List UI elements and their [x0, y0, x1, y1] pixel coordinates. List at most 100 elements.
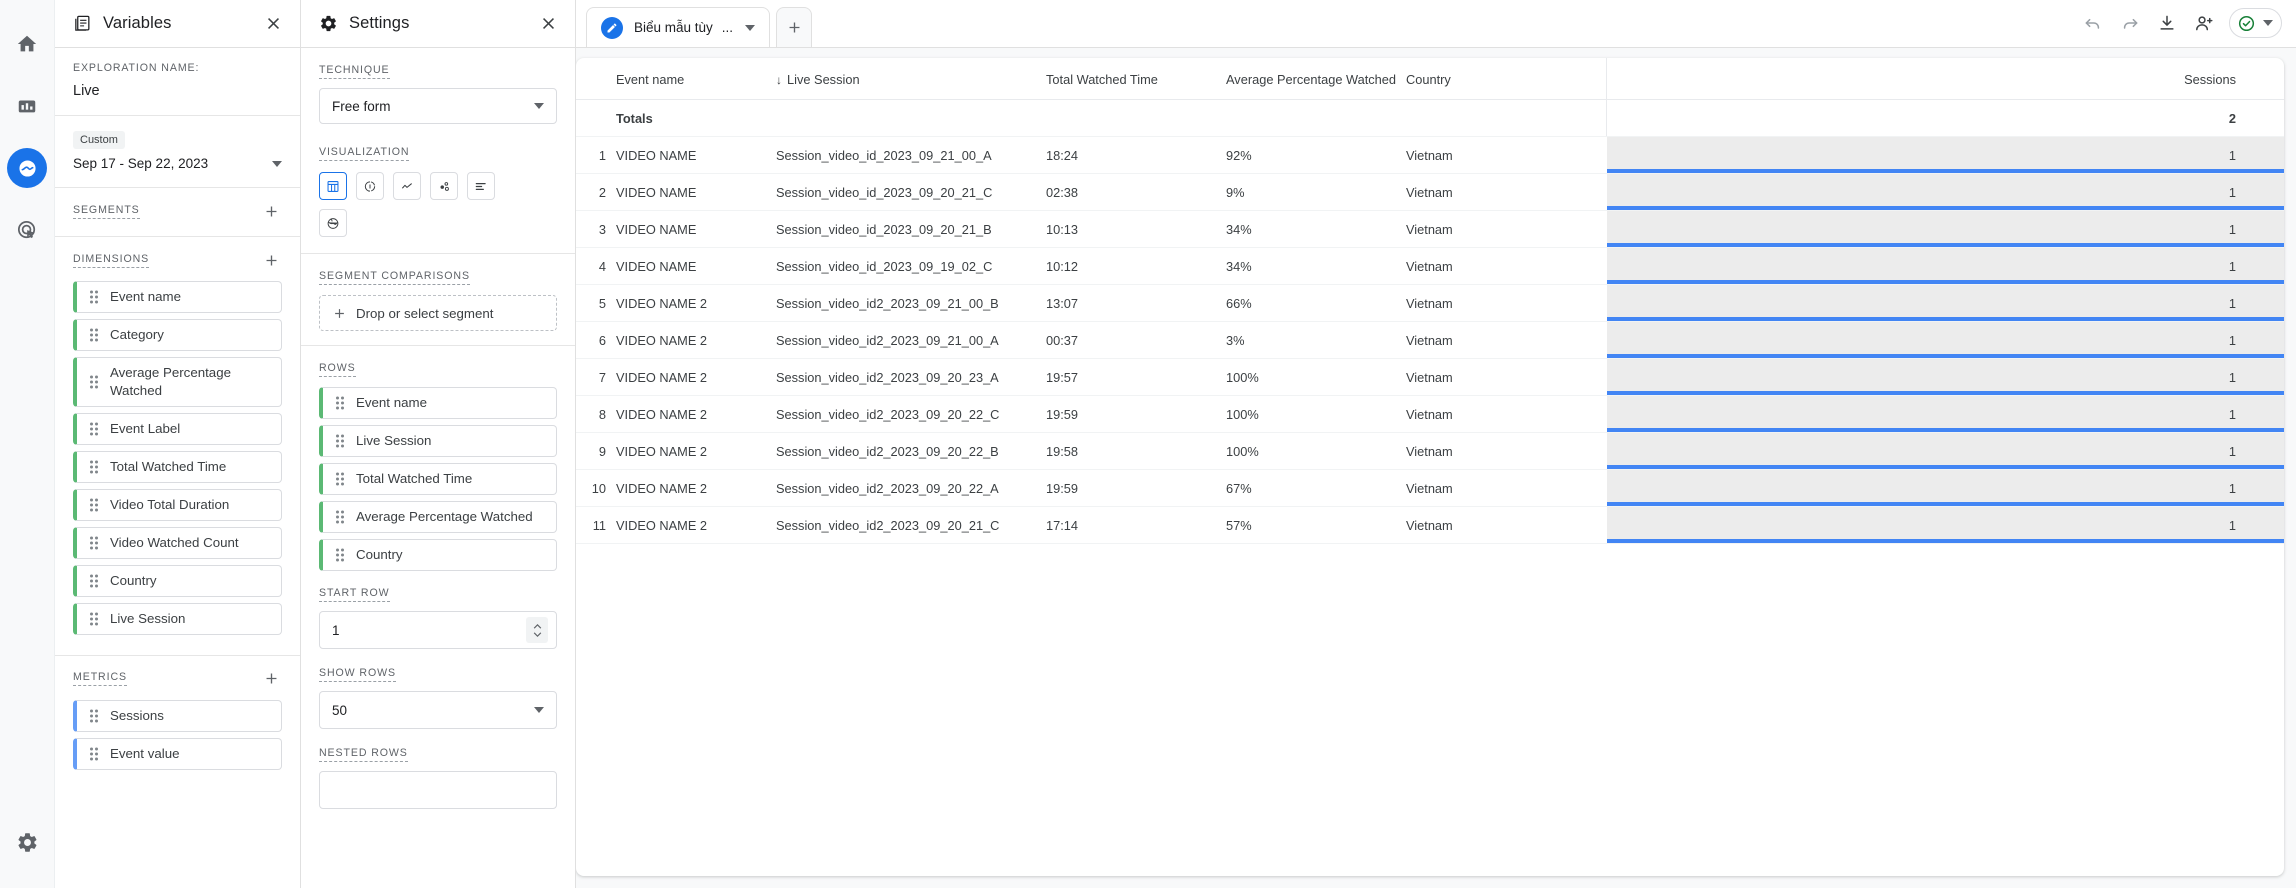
start-row-stepper[interactable]	[526, 617, 548, 643]
drag-handle-icon[interactable]	[334, 472, 346, 486]
cell-index: 3	[576, 210, 616, 248]
cell-country: Vietnam	[1406, 506, 1606, 544]
drag-handle-icon[interactable]	[334, 434, 346, 448]
add-segment-button[interactable]	[260, 200, 282, 222]
nested-rows-select[interactable]	[319, 771, 557, 809]
drag-handle-icon[interactable]	[88, 290, 100, 304]
add-metric-button[interactable]	[260, 668, 282, 690]
redo-icon[interactable]	[2114, 7, 2146, 39]
date-range-section[interactable]: Custom Sep 17 - Sep 22, 2023	[55, 116, 300, 188]
column-header-sessions[interactable]: Sessions	[1605, 58, 2284, 100]
drag-handle-icon[interactable]	[88, 460, 100, 474]
cell-total-watched-time: 19:59	[1046, 469, 1226, 507]
metric-pill-1[interactable]: Sessions	[73, 699, 282, 732]
explore-icon[interactable]	[7, 148, 47, 188]
column-header-event_name[interactable]: Event name	[616, 58, 776, 100]
dimension-pill-4[interactable]: Event Label	[73, 412, 282, 445]
technique-select[interactable]: Free form	[319, 88, 557, 124]
add-dimension-button[interactable]	[260, 249, 282, 271]
show-rows-select[interactable]: 50	[319, 691, 557, 729]
table-row[interactable]: 5 VIDEO NAME 2 Session_video_id2_2023_09_2…	[576, 284, 2284, 322]
row-pill-5[interactable]: Country	[319, 539, 557, 571]
table-row[interactable]: 8 VIDEO NAME 2 Session_video_id2_2023_09_2…	[576, 395, 2284, 433]
drag-handle-icon[interactable]	[334, 396, 346, 410]
share-add-user-icon[interactable]	[2188, 7, 2220, 39]
close-variables-icon[interactable]	[261, 11, 286, 36]
exploration-name-value[interactable]: Live	[73, 83, 282, 99]
ga4-exploration-app: Variables EXPLORATION NAME: Live Custom …	[0, 0, 2296, 888]
row-pill-label: Live Session	[356, 433, 432, 449]
column-header-country[interactable]: Country	[1406, 58, 1606, 100]
metric-pill-label: Sessions	[110, 707, 164, 723]
metric-pill-2[interactable]: Event value	[73, 737, 282, 770]
chevron-down-icon[interactable]	[272, 160, 282, 167]
dimension-pill-7[interactable]: Video Watched Count	[73, 526, 282, 559]
cell-sessions-value: 1	[2228, 332, 2236, 348]
dimension-pill-8[interactable]: Country	[73, 564, 282, 597]
cell-index: 2	[576, 173, 616, 211]
row-pill-1[interactable]: Event name	[319, 387, 557, 419]
drag-handle-icon[interactable]	[88, 574, 100, 588]
table-row[interactable]: 4 VIDEO NAME Session_video_id_2023_09_19_0…	[576, 247, 2284, 285]
row-pill-3[interactable]: Total Watched Time	[319, 463, 557, 495]
date-range-value: Sep 17 - Sep 22, 2023	[73, 156, 209, 171]
table-row[interactable]: 9 VIDEO NAME 2 Session_video_id2_2023_09_2…	[576, 432, 2284, 470]
drag-handle-icon[interactable]	[88, 709, 100, 723]
cell-sessions-value: 1	[2228, 221, 2236, 237]
cell-index: 9	[576, 432, 616, 470]
drag-handle-icon[interactable]	[88, 498, 100, 512]
undo-icon[interactable]	[2077, 7, 2109, 39]
save-status-pill[interactable]	[2229, 8, 2282, 38]
dimension-pill-label: Live Session	[110, 610, 186, 626]
start-row-input[interactable]: 1	[319, 611, 557, 649]
reports-icon[interactable]	[7, 86, 47, 126]
table-row[interactable]: 11 VIDEO NAME 2 Session_video_id2_2023_09_…	[576, 506, 2284, 544]
column-header-total_watched_time[interactable]: Total Watched Time	[1046, 58, 1226, 100]
table-row[interactable]: 1 VIDEO NAME Session_video_id_2023_09_21_0…	[576, 136, 2284, 174]
row-pill-2[interactable]: Live Session	[319, 425, 557, 457]
dimension-pill-9[interactable]: Live Session	[73, 602, 282, 635]
drop-segment-zone[interactable]: Drop or select segment	[319, 295, 557, 331]
dimension-pill-1[interactable]: Event name	[73, 281, 282, 313]
line-viz-icon[interactable]	[393, 172, 421, 200]
bar-viz-icon[interactable]	[467, 172, 495, 200]
row-pill-4[interactable]: Average Percentage Watched	[319, 501, 557, 533]
column-header-live_session[interactable]: ↓ Live Session	[776, 58, 1046, 100]
table-row[interactable]: 3 VIDEO NAME Session_video_id_2023_09_20_2…	[576, 210, 2284, 248]
donut-viz-icon[interactable]	[356, 172, 384, 200]
download-icon[interactable]	[2151, 7, 2183, 39]
dimension-pill-5[interactable]: Total Watched Time	[73, 450, 282, 483]
table-viz-icon[interactable]	[319, 172, 347, 200]
dimension-pill-6[interactable]: Video Total Duration	[73, 488, 282, 521]
table-row[interactable]: 10 VIDEO NAME 2 Session_video_id2_2023_09_…	[576, 469, 2284, 507]
drag-handle-icon[interactable]	[88, 375, 100, 389]
drag-handle-icon[interactable]	[88, 536, 100, 550]
table-row[interactable]: 6 VIDEO NAME 2 Session_video_id2_2023_09_2…	[576, 321, 2284, 359]
close-settings-icon[interactable]	[536, 11, 561, 36]
drag-handle-icon[interactable]	[88, 612, 100, 626]
sessions-bar	[1606, 539, 2284, 543]
settings-gear-icon[interactable]	[7, 822, 47, 862]
drag-handle-icon[interactable]	[88, 422, 100, 436]
tab-menu-chevron-down-icon[interactable]	[745, 24, 756, 31]
cell-total-watched-time: 13:07	[1046, 284, 1226, 322]
drag-handle-icon[interactable]	[88, 747, 100, 761]
scatter-viz-icon[interactable]	[430, 172, 458, 200]
tab-free-form[interactable]: Biểu mẫu tùy ...	[586, 7, 771, 47]
visualization-options	[319, 172, 524, 237]
table-row[interactable]: 2 VIDEO NAME Session_video_id_2023_09_20_2…	[576, 173, 2284, 211]
drag-handle-icon[interactable]	[334, 510, 346, 524]
column-header-index[interactable]	[576, 58, 616, 100]
table-row[interactable]: 7 VIDEO NAME 2 Session_video_id2_2023_09_2…	[576, 358, 2284, 396]
home-icon[interactable]	[7, 24, 47, 64]
date-range-row[interactable]: Sep 17 - Sep 22, 2023	[73, 156, 282, 171]
chevron-down-icon[interactable]	[2263, 20, 2273, 26]
dimension-pill-3[interactable]: Average Percentage Watched	[73, 357, 282, 407]
column-header-avg_percentage_watched[interactable]: Average Percentage Watched	[1226, 58, 1406, 100]
drag-handle-icon[interactable]	[88, 328, 100, 342]
advertising-icon[interactable]	[7, 210, 47, 250]
drag-handle-icon[interactable]	[334, 548, 346, 562]
geo-viz-icon[interactable]	[319, 209, 347, 237]
dimension-pill-2[interactable]: Category	[73, 319, 282, 351]
add-tab-button[interactable]	[776, 7, 813, 47]
